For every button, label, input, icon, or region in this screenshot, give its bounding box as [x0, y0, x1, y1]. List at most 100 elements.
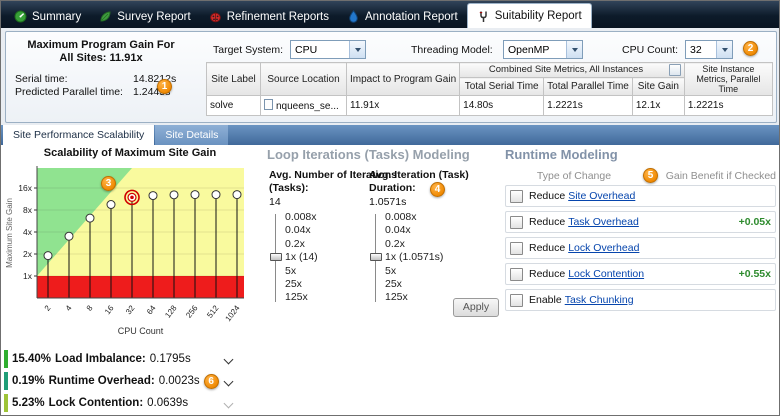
- slider-tick-label: 25x: [285, 278, 318, 291]
- group-combined-metrics[interactable]: Combined Site Metrics, All Instances: [460, 63, 685, 78]
- slider-tick-label: 1x (1.0571s): [385, 251, 443, 264]
- scalability-chart-svg[interactable]: 1x2x4x8x16x2481632641282565121024CPU Cou…: [3, 158, 255, 340]
- col-source-location[interactable]: Source Location: [261, 63, 347, 96]
- svg-text:1024: 1024: [224, 303, 242, 323]
- runtime-change-row: Enable Task Chunking: [505, 289, 776, 311]
- overhead-color-bar: [4, 350, 8, 368]
- runtime-change-row: Reduce Lock Contention+0.55x: [505, 263, 776, 285]
- change-link[interactable]: Task Overhead: [568, 216, 639, 228]
- cell-total-serial: 14.80s: [460, 96, 544, 116]
- tab-label: Suitability Report: [495, 10, 582, 22]
- overhead-percent: 5.23%: [12, 397, 45, 409]
- duration-slider[interactable]: 0.008x0.04x0.2x1x (1.0571s)5x25x125x: [370, 211, 443, 305]
- site-sub-tab-bar: Site Performance Scalability Site Detail…: [1, 125, 780, 145]
- svg-text:8: 8: [85, 303, 95, 312]
- target-system-select[interactable]: CPU: [290, 40, 366, 59]
- max-program-gain-title: Maximum Program Gain For All Sites: 11.9…: [21, 39, 181, 65]
- change-link[interactable]: Task Chunking: [565, 294, 634, 306]
- slider-tick-label: 5x: [285, 265, 318, 278]
- svg-text:CPU Count: CPU Count: [118, 326, 164, 336]
- droplet-icon: [347, 10, 360, 23]
- overhead-label: Runtime Overhead:: [49, 375, 155, 387]
- tab-refinement-reports[interactable]: Refinement Reports: [200, 5, 338, 28]
- duration-label: Avg. Iteration (Task) Duration:: [369, 169, 481, 194]
- tab-site-performance-scalability[interactable]: Site Performance Scalability: [3, 125, 154, 145]
- cpu-count-label: CPU Count:: [622, 44, 678, 56]
- file-icon: [264, 99, 273, 110]
- slider-tick-label: 0.008x: [285, 211, 318, 224]
- change-link[interactable]: Lock Contention: [568, 268, 644, 280]
- tab-summary[interactable]: Summary: [5, 5, 90, 28]
- slider-tick-label: 0.2x: [285, 238, 318, 251]
- change-checkbox[interactable]: [510, 268, 523, 281]
- tab-site-details[interactable]: Site Details: [155, 125, 228, 145]
- change-checkbox[interactable]: [510, 190, 523, 203]
- svg-text:32: 32: [124, 303, 137, 316]
- cell-source-location: nqueens_se...: [261, 96, 347, 116]
- slider-tick-label: 0.04x: [385, 224, 443, 237]
- expand-chevron-icon[interactable]: [224, 398, 234, 408]
- svg-text:2x: 2x: [23, 249, 33, 259]
- cpu-count-select[interactable]: 32: [685, 40, 733, 59]
- callout-badge-6: 6: [204, 374, 219, 389]
- col-total-parallel[interactable]: Total Parallel Time: [544, 78, 633, 96]
- dropdown-arrow-icon: [566, 41, 582, 58]
- overhead-item: 5.23% Lock Contention:0.0639s: [4, 392, 260, 414]
- expand-chevron-icon[interactable]: [224, 376, 234, 386]
- table-row[interactable]: solve nqueens_se... 11.91x 14.80s 1.2221…: [207, 96, 773, 116]
- col-impact[interactable]: Impact to Program Gain: [347, 63, 460, 96]
- change-checkbox[interactable]: [510, 216, 523, 229]
- group-instance-metrics[interactable]: Site Instance Metrics, Parallel Time: [684, 63, 772, 96]
- change-checkbox[interactable]: [510, 242, 523, 255]
- tab-survey-report[interactable]: Survey Report: [90, 5, 200, 28]
- tab-suitability-report[interactable]: Suitability Report: [467, 3, 592, 28]
- target-system-value: CPU: [291, 44, 349, 56]
- slider-tick-label: 25x: [385, 278, 443, 291]
- runtime-change-row: Reduce Lock Overhead: [505, 237, 776, 259]
- expand-chevron-icon[interactable]: [224, 354, 234, 364]
- threading-model-label: Threading Model:: [411, 44, 493, 56]
- overhead-percent: 15.40%: [12, 353, 51, 365]
- cell-site-label: solve: [207, 96, 261, 116]
- change-link[interactable]: Site Overhead: [568, 190, 635, 202]
- slider-handle[interactable]: [270, 253, 282, 261]
- loop-modeling-heading: Loop Iterations (Tasks) Modeling: [267, 147, 470, 162]
- slider-tick-label: 125x: [285, 291, 318, 304]
- cell-instance-parallel: 1.2221s: [684, 96, 772, 116]
- col-total-serial[interactable]: Total Serial Time: [460, 78, 544, 96]
- change-link[interactable]: Lock Overhead: [568, 242, 639, 254]
- gain-benefit-header: Gain Benefit if Checked: [658, 170, 776, 182]
- slider-handle[interactable]: [370, 253, 382, 261]
- scalability-chart[interactable]: 1x2x4x8x16x2481632641282565121024CPU Cou…: [3, 158, 255, 340]
- callout-badge-5: 5: [643, 168, 658, 183]
- iterations-slider[interactable]: 0.008x0.04x0.2x1x (14)5x25x125x: [270, 211, 318, 305]
- threading-model-select[interactable]: OpenMP: [503, 40, 583, 59]
- slider-tick-label: 0.2x: [385, 238, 443, 251]
- runtime-change-row: Reduce Site Overhead: [505, 185, 776, 207]
- svg-text:16: 16: [103, 303, 116, 316]
- svg-text:64: 64: [145, 303, 158, 316]
- tab-label: Summary: [32, 11, 81, 23]
- slider-tick-label: 1x (14): [285, 251, 318, 264]
- overhead-percent: 0.19%: [12, 375, 45, 387]
- change-checkbox[interactable]: [510, 294, 523, 307]
- threading-model-value: OpenMP: [504, 44, 566, 56]
- overhead-item: 0.19%Runtime Overhead:0.0023s6: [4, 370, 260, 392]
- col-site-gain[interactable]: Site Gain: [632, 78, 684, 96]
- tab-annotation-report[interactable]: Annotation Report: [338, 5, 467, 28]
- overhead-label: Load Imbalance:: [55, 353, 146, 365]
- tab-label: Annotation Report: [365, 11, 458, 23]
- parallel-time-label: Predicted Parallel time:: [15, 86, 133, 99]
- report-tab-bar: Summary Survey Report Refinement Reports…: [1, 1, 780, 28]
- cell-total-parallel: 1.2221s: [544, 96, 633, 116]
- callout-badge-1: 1: [157, 79, 172, 94]
- svg-text:Maximum Site Gain: Maximum Site Gain: [5, 198, 14, 268]
- change-prefix: Enable: [529, 294, 562, 306]
- overhead-value: 0.0639s: [147, 397, 188, 409]
- col-site-label[interactable]: Site Label: [207, 63, 261, 96]
- slider-tick-label: 125x: [385, 291, 443, 304]
- column-options-icon[interactable]: [669, 64, 681, 76]
- overhead-label: Lock Contention:: [49, 397, 144, 409]
- runtime-modeling-columns: Type of Change 5 Gain Benefit if Checked: [505, 168, 776, 183]
- apply-button[interactable]: Apply: [453, 298, 499, 317]
